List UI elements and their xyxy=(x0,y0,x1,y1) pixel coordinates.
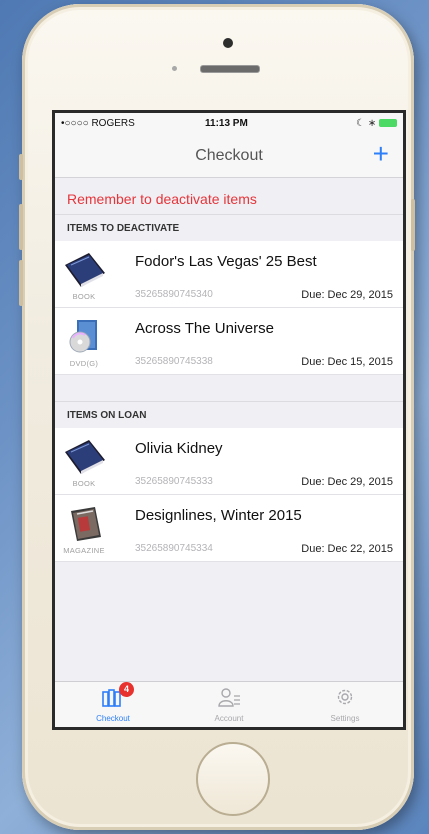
status-icons: ☾ ∗ xyxy=(356,118,397,129)
add-button[interactable]: + xyxy=(373,139,389,169)
navigation-bar: Checkout + xyxy=(55,135,403,178)
section-header-on-loan: ITEMS ON LOAN xyxy=(55,401,403,429)
checkout-badge: 4 xyxy=(119,682,134,697)
item-title: Olivia Kidney xyxy=(135,440,223,457)
item-barcode: 35265890745334 xyxy=(135,543,213,554)
phone-screen: •○○○○ ROGERS 11:13 PM ☾ ∗ Checkout + Rem… xyxy=(52,110,406,730)
carrier-label: •○○○○ ROGERS xyxy=(61,118,135,129)
item-due-date: Due: Dec 22, 2015 xyxy=(301,543,393,555)
home-button[interactable] xyxy=(196,742,270,816)
magazine-icon xyxy=(71,507,101,541)
volume-down-button xyxy=(19,260,23,306)
item-title: Fodor's Las Vegas' 25 Best xyxy=(135,253,317,270)
section-header-deactivate: ITEMS TO DEACTIVATE xyxy=(55,214,403,242)
status-time: 11:13 PM xyxy=(205,118,248,129)
item-due-date: Due: Dec 29, 2015 xyxy=(301,289,393,301)
tab-label: Account xyxy=(214,714,244,723)
status-right-glyphs: ☾ ∗ xyxy=(356,118,377,129)
volume-up-button xyxy=(19,204,23,250)
list-item[interactable]: BOOK Fodor's Las Vegas' 25 Best 35265890… xyxy=(55,241,403,308)
gear-icon xyxy=(337,689,353,705)
dvd-icon xyxy=(69,320,97,353)
proximity-sensor xyxy=(172,66,177,71)
page-title: Checkout xyxy=(195,147,263,164)
tab-settings[interactable]: Settings xyxy=(287,682,403,727)
list-item[interactable]: MAGAZINE Designlines, Winter 2015 352658… xyxy=(55,495,403,562)
app-content: •○○○○ ROGERS 11:13 PM ☾ ∗ Checkout + Rem… xyxy=(55,113,403,727)
item-title: Across The Universe xyxy=(135,320,274,337)
item-barcode: 35265890745338 xyxy=(135,356,213,367)
section-title: ITEMS ON LOAN xyxy=(67,410,147,421)
front-camera xyxy=(223,38,233,48)
tab-bar: 4 Checkout Account Settings xyxy=(55,681,403,727)
item-type: BOOK xyxy=(72,479,96,488)
battery-icon xyxy=(379,119,397,127)
status-bar: •○○○○ ROGERS 11:13 PM ☾ ∗ xyxy=(55,113,403,135)
item-type: BOOK xyxy=(72,292,96,301)
tab-label: Settings xyxy=(330,714,360,723)
item-barcode: 35265890745333 xyxy=(135,476,213,487)
item-type: DVD(G) xyxy=(69,359,99,368)
mute-switch xyxy=(19,154,23,180)
book-icon xyxy=(65,253,105,287)
item-due-date: Due: Dec 29, 2015 xyxy=(301,476,393,488)
tab-label: Checkout xyxy=(96,714,130,723)
tab-account[interactable]: Account xyxy=(171,682,287,727)
section-title: ITEMS TO DEACTIVATE xyxy=(67,223,180,234)
list-item[interactable]: DVD(G) Across The Universe 3526589074533… xyxy=(55,308,403,375)
deactivate-notice: Remember to deactivate items xyxy=(55,178,403,214)
item-title: Designlines, Winter 2015 xyxy=(135,507,302,524)
notice-text: Remember to deactivate items xyxy=(67,191,257,207)
power-button xyxy=(411,199,415,251)
item-type: MAGAZINE xyxy=(63,546,105,555)
item-barcode: 35265890745340 xyxy=(135,289,213,300)
book-icon xyxy=(65,440,105,474)
list-item[interactable]: BOOK Olivia Kidney 35265890745333 Due: D… xyxy=(55,428,403,495)
tab-checkout[interactable]: 4 Checkout xyxy=(55,682,171,727)
account-icon xyxy=(218,688,240,707)
item-due-date: Due: Dec 15, 2015 xyxy=(301,356,393,368)
earpiece-speaker xyxy=(200,65,260,73)
